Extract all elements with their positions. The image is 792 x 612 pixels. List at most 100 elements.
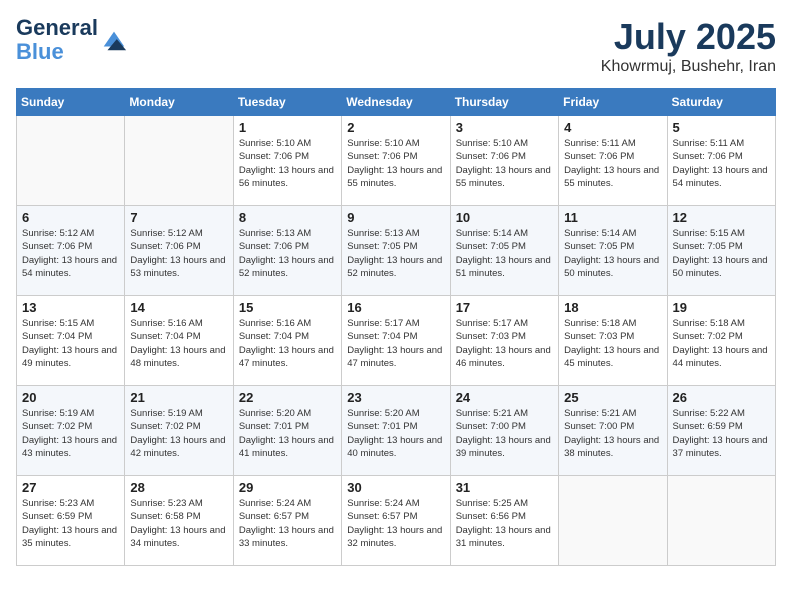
- day-number: 19: [673, 300, 770, 315]
- day-cell: 31 Sunrise: 5:25 AMSunset: 6:56 PMDayligh…: [450, 476, 558, 566]
- day-number: 25: [564, 390, 661, 405]
- day-info: Sunrise: 5:21 AMSunset: 7:00 PMDaylight:…: [456, 407, 553, 460]
- day-cell: 24 Sunrise: 5:21 AMSunset: 7:00 PMDayligh…: [450, 386, 558, 476]
- day-cell: 20 Sunrise: 5:19 AMSunset: 7:02 PMDayligh…: [17, 386, 125, 476]
- day-info: Sunrise: 5:14 AMSunset: 7:05 PMDaylight:…: [564, 227, 661, 280]
- day-cell: 14Sunrise: 5:16 AMSunset: 7:04 PMDayligh…: [125, 296, 233, 386]
- day-info: Sunrise: 5:13 AMSunset: 7:06 PMDaylight:…: [239, 227, 336, 280]
- day-cell: [17, 116, 125, 206]
- day-info: Sunrise: 5:23 AMSunset: 6:59 PMDaylight:…: [22, 497, 119, 550]
- week-row-5: 27 Sunrise: 5:23 AMSunset: 6:59 PMDayligh…: [17, 476, 776, 566]
- header-monday: Monday: [125, 89, 233, 116]
- day-number: 2: [347, 120, 444, 135]
- header-row: SundayMondayTuesdayWednesdayThursdayFrid…: [17, 89, 776, 116]
- logo-icon: [100, 26, 128, 54]
- day-number: 12: [673, 210, 770, 225]
- day-cell: 27 Sunrise: 5:23 AMSunset: 6:59 PMDayligh…: [17, 476, 125, 566]
- day-info: Sunrise: 5:12 AMSunset: 7:06 PMDaylight:…: [22, 227, 119, 280]
- day-cell: 13 Sunrise: 5:15 AMSunset: 7:04 PMDayligh…: [17, 296, 125, 386]
- day-number: 29: [239, 480, 336, 495]
- day-cell: 12 Sunrise: 5:15 AMSunset: 7:05 PMDayligh…: [667, 206, 775, 296]
- day-cell: 22 Sunrise: 5:20 AMSunset: 7:01 PMDayligh…: [233, 386, 341, 476]
- day-number: 6: [22, 210, 119, 225]
- day-info: Sunrise: 5:19 AMSunset: 7:02 PMDaylight:…: [130, 407, 227, 460]
- day-info: Sunrise: 5:20 AMSunset: 7:01 PMDaylight:…: [347, 407, 444, 460]
- week-row-1: 1Sunrise: 5:10 AMSunset: 7:06 PMDaylight…: [17, 116, 776, 206]
- day-cell: 28 Sunrise: 5:23 AMSunset: 6:58 PMDayligh…: [125, 476, 233, 566]
- header-friday: Friday: [559, 89, 667, 116]
- logo: GeneralBlue: [16, 16, 128, 64]
- day-info: Sunrise: 5:10 AMSunset: 7:06 PMDaylight:…: [456, 137, 553, 190]
- day-cell: 2 Sunrise: 5:10 AMSunset: 7:06 PMDaylight…: [342, 116, 450, 206]
- title-block: July 2025 Khowrmuj, Bushehr, Iran: [601, 16, 776, 76]
- day-cell: 9 Sunrise: 5:13 AMSunset: 7:05 PMDaylight…: [342, 206, 450, 296]
- day-number: 3: [456, 120, 553, 135]
- day-cell: 16 Sunrise: 5:17 AMSunset: 7:04 PMDayligh…: [342, 296, 450, 386]
- day-number: 18: [564, 300, 661, 315]
- day-info: Sunrise: 5:18 AMSunset: 7:03 PMDaylight:…: [564, 317, 661, 370]
- day-number: 26: [673, 390, 770, 405]
- day-info: Sunrise: 5:11 AMSunset: 7:06 PMDaylight:…: [564, 137, 661, 190]
- day-number: 21: [130, 390, 227, 405]
- day-cell: 3 Sunrise: 5:10 AMSunset: 7:06 PMDaylight…: [450, 116, 558, 206]
- day-info: Sunrise: 5:25 AMSunset: 6:56 PMDaylight:…: [456, 497, 553, 550]
- day-info: Sunrise: 5:13 AMSunset: 7:05 PMDaylight:…: [347, 227, 444, 280]
- day-number: 23: [347, 390, 444, 405]
- day-info: Sunrise: 5:10 AMSunset: 7:06 PMDaylight:…: [347, 137, 444, 190]
- day-info: Sunrise: 5:20 AMSunset: 7:01 PMDaylight:…: [239, 407, 336, 460]
- day-cell: [559, 476, 667, 566]
- day-number: 30: [347, 480, 444, 495]
- day-number: 16: [347, 300, 444, 315]
- day-number: 15: [239, 300, 336, 315]
- day-cell: 1Sunrise: 5:10 AMSunset: 7:06 PMDaylight…: [233, 116, 341, 206]
- day-number: 31: [456, 480, 553, 495]
- day-number: 5: [673, 120, 770, 135]
- day-cell: 7Sunrise: 5:12 AMSunset: 7:06 PMDaylight…: [125, 206, 233, 296]
- day-info: Sunrise: 5:22 AMSunset: 6:59 PMDaylight:…: [673, 407, 770, 460]
- day-cell: 29Sunrise: 5:24 AMSunset: 6:57 PMDayligh…: [233, 476, 341, 566]
- day-cell: 15Sunrise: 5:16 AMSunset: 7:04 PMDayligh…: [233, 296, 341, 386]
- header-sunday: Sunday: [17, 89, 125, 116]
- day-number: 28: [130, 480, 227, 495]
- day-cell: [125, 116, 233, 206]
- day-info: Sunrise: 5:24 AMSunset: 6:57 PMDaylight:…: [347, 497, 444, 550]
- day-cell: 8 Sunrise: 5:13 AMSunset: 7:06 PMDaylight…: [233, 206, 341, 296]
- day-number: 17: [456, 300, 553, 315]
- day-cell: 17 Sunrise: 5:17 AMSunset: 7:03 PMDayligh…: [450, 296, 558, 386]
- day-number: 8: [239, 210, 336, 225]
- day-cell: 11 Sunrise: 5:14 AMSunset: 7:05 PMDayligh…: [559, 206, 667, 296]
- week-row-4: 20 Sunrise: 5:19 AMSunset: 7:02 PMDayligh…: [17, 386, 776, 476]
- day-number: 11: [564, 210, 661, 225]
- header-saturday: Saturday: [667, 89, 775, 116]
- day-info: Sunrise: 5:15 AMSunset: 7:05 PMDaylight:…: [673, 227, 770, 280]
- week-row-2: 6 Sunrise: 5:12 AMSunset: 7:06 PMDaylight…: [17, 206, 776, 296]
- day-cell: 26 Sunrise: 5:22 AMSunset: 6:59 PMDayligh…: [667, 386, 775, 476]
- day-number: 4: [564, 120, 661, 135]
- day-number: 9: [347, 210, 444, 225]
- day-number: 7: [130, 210, 227, 225]
- day-cell: 23 Sunrise: 5:20 AMSunset: 7:01 PMDayligh…: [342, 386, 450, 476]
- day-cell: 10Sunrise: 5:14 AMSunset: 7:05 PMDayligh…: [450, 206, 558, 296]
- day-info: Sunrise: 5:17 AMSunset: 7:03 PMDaylight:…: [456, 317, 553, 370]
- logo-text: GeneralBlue: [16, 16, 98, 64]
- day-cell: 5 Sunrise: 5:11 AMSunset: 7:06 PMDaylight…: [667, 116, 775, 206]
- day-info: Sunrise: 5:23 AMSunset: 6:58 PMDaylight:…: [130, 497, 227, 550]
- header-wednesday: Wednesday: [342, 89, 450, 116]
- day-number: 20: [22, 390, 119, 405]
- day-cell: 25Sunrise: 5:21 AMSunset: 7:00 PMDayligh…: [559, 386, 667, 476]
- header-thursday: Thursday: [450, 89, 558, 116]
- day-number: 22: [239, 390, 336, 405]
- day-number: 13: [22, 300, 119, 315]
- day-cell: 18 Sunrise: 5:18 AMSunset: 7:03 PMDayligh…: [559, 296, 667, 386]
- day-number: 24: [456, 390, 553, 405]
- day-info: Sunrise: 5:17 AMSunset: 7:04 PMDaylight:…: [347, 317, 444, 370]
- day-number: 27: [22, 480, 119, 495]
- day-info: Sunrise: 5:15 AMSunset: 7:04 PMDaylight:…: [22, 317, 119, 370]
- day-cell: 6 Sunrise: 5:12 AMSunset: 7:06 PMDaylight…: [17, 206, 125, 296]
- page-header: GeneralBlue July 2025 Khowrmuj, Bushehr,…: [16, 16, 776, 76]
- day-info: Sunrise: 5:11 AMSunset: 7:06 PMDaylight:…: [673, 137, 770, 190]
- day-number: 14: [130, 300, 227, 315]
- day-cell: [667, 476, 775, 566]
- day-info: Sunrise: 5:18 AMSunset: 7:02 PMDaylight:…: [673, 317, 770, 370]
- day-info: Sunrise: 5:19 AMSunset: 7:02 PMDaylight:…: [22, 407, 119, 460]
